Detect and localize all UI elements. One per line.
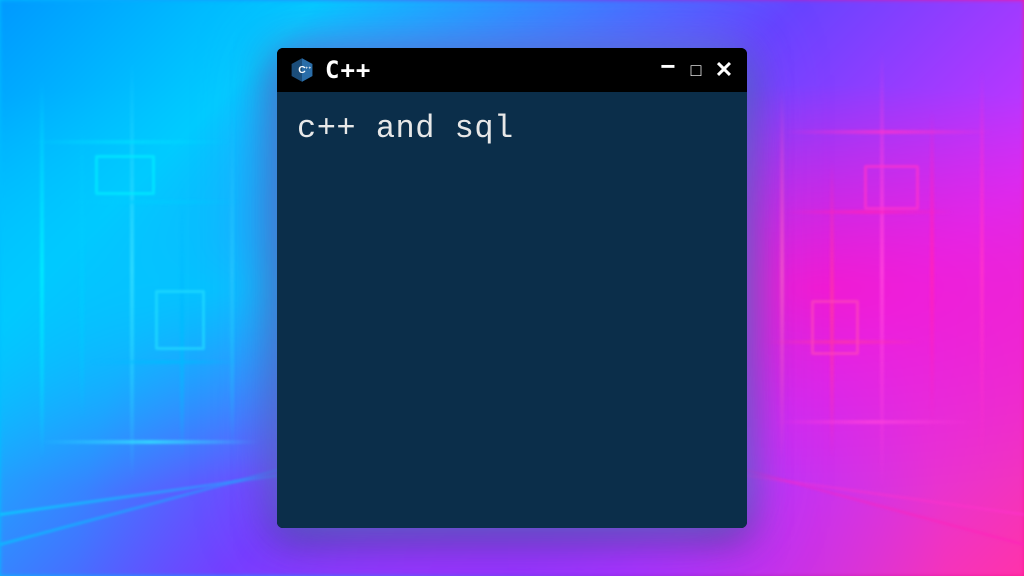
maximize-button[interactable]: □ [685, 61, 707, 79]
window-controls: − □ ✕ [657, 57, 735, 83]
terminal-body[interactable]: c++ and sql [277, 92, 747, 528]
window-title: C++ [325, 56, 647, 84]
titlebar[interactable]: C + + C++ − □ ✕ [277, 48, 747, 92]
svg-text:C: C [298, 65, 306, 76]
cpp-logo-icon: C + + [289, 57, 315, 83]
terminal-window: C + + C++ − □ ✕ c++ and sql [277, 48, 747, 528]
terminal-output: c++ and sql [297, 110, 727, 147]
close-button[interactable]: ✕ [713, 59, 735, 81]
minimize-button[interactable]: − [657, 53, 679, 79]
